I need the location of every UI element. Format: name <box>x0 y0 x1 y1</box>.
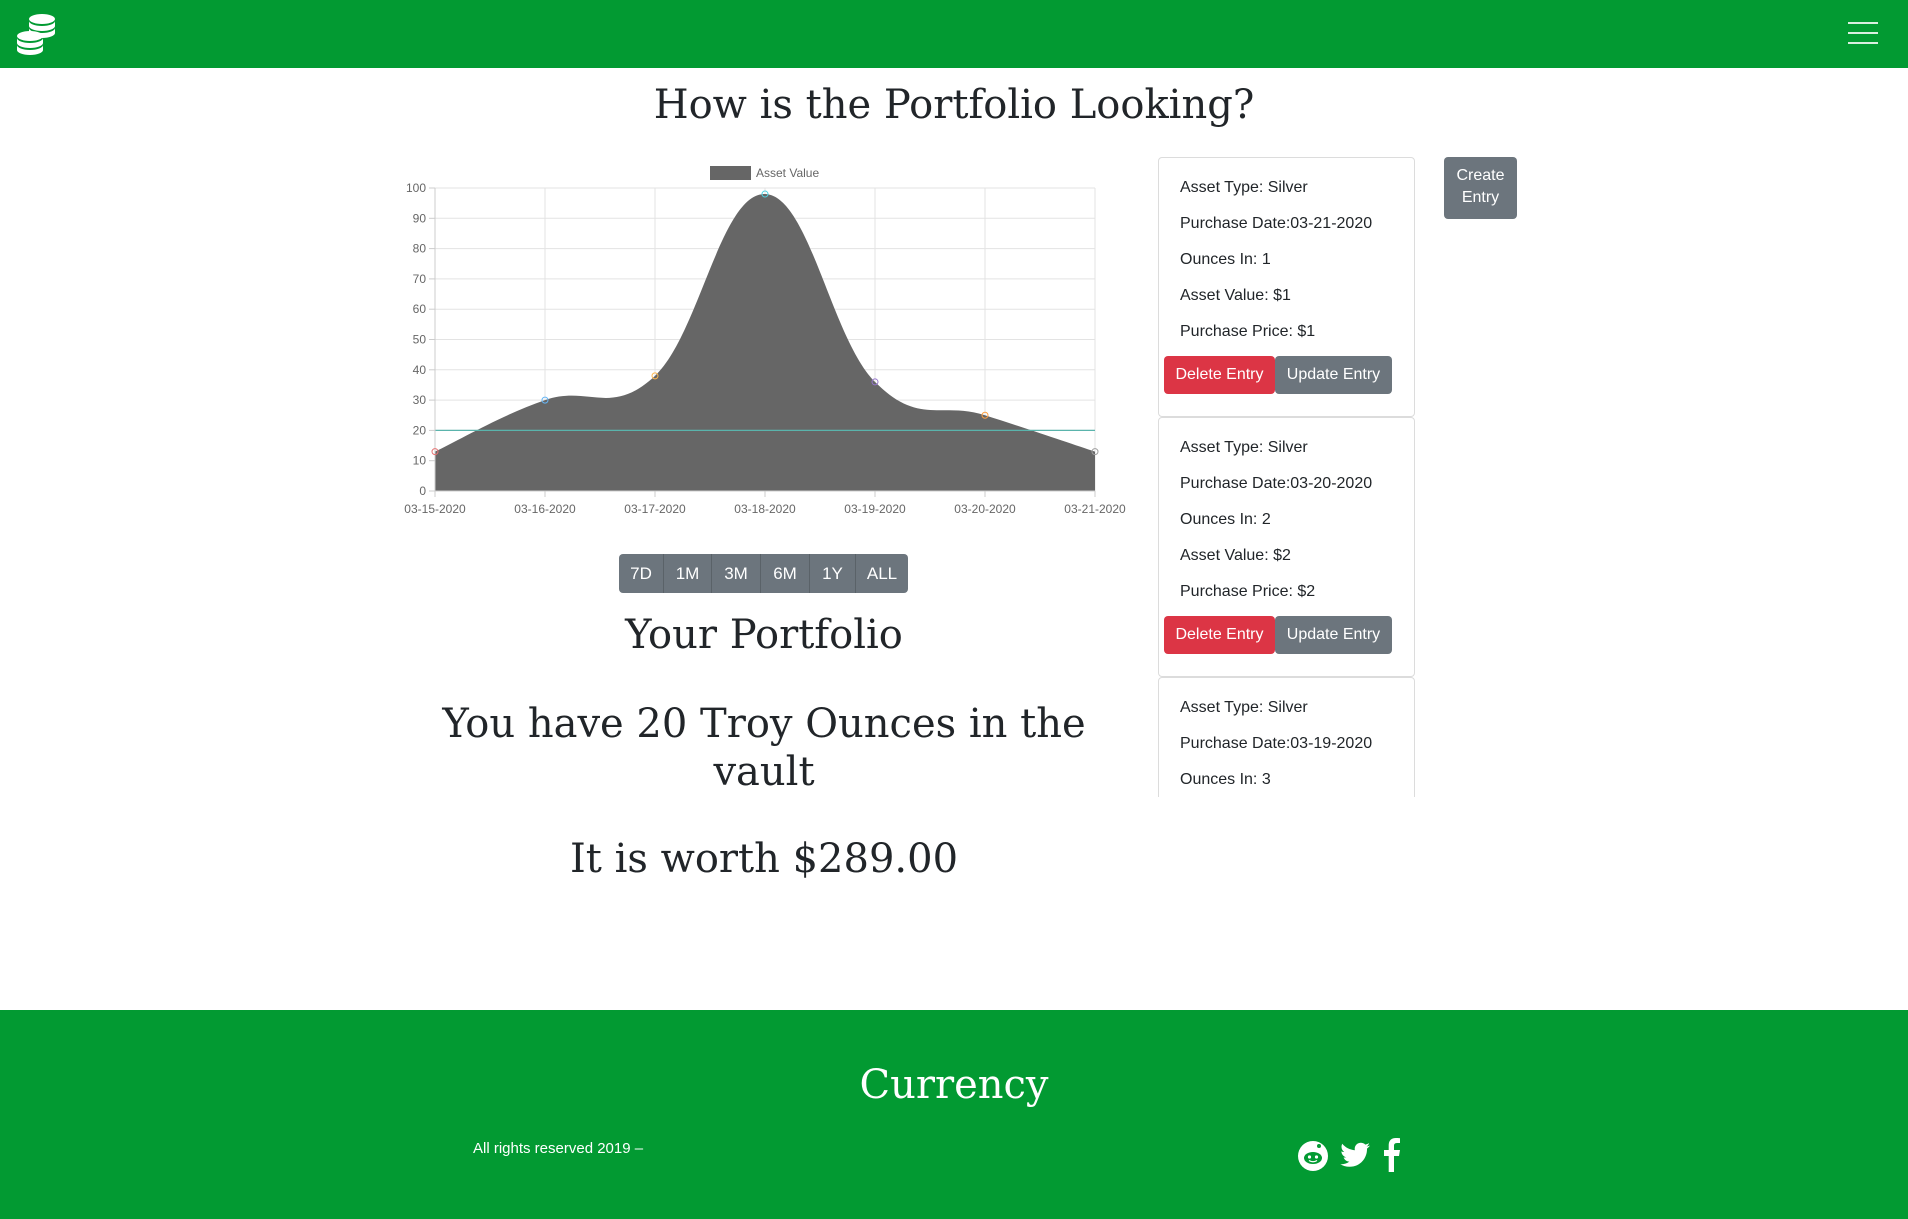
y-tick-label: 60 <box>413 302 427 316</box>
entry-actions: Delete Entry Update Entry <box>1159 616 1414 654</box>
range-3m-button[interactable]: 3M <box>712 554 761 593</box>
legend-swatch <box>710 166 751 180</box>
x-tick-label: 03-19-2020 <box>844 502 906 516</box>
y-tick-label: 50 <box>413 333 427 347</box>
create-entry-label-line2: Entry <box>1461 189 1500 206</box>
x-tick-label: 03-18-2020 <box>734 502 796 516</box>
coins-stack-icon[interactable] <box>14 12 58 56</box>
entry-asset-type: Asset Type: Silver <box>1180 439 1308 456</box>
facebook-icon[interactable] <box>1380 1136 1402 1172</box>
series-area <box>435 194 1095 491</box>
y-tick-label: 30 <box>413 393 427 407</box>
entry-ounces: Ounces In: 3 <box>1180 771 1271 788</box>
footer-brand: Currency <box>859 1062 1049 1108</box>
delete-entry-button[interactable]: Delete Entry <box>1164 616 1275 654</box>
y-tick-label: 0 <box>419 484 426 498</box>
twitter-icon[interactable] <box>1338 1136 1372 1172</box>
navbar <box>0 0 1908 68</box>
x-tick-label: 03-15-2020 <box>404 502 466 516</box>
y-tick-label: 90 <box>413 211 427 225</box>
x-tick-label: 03-20-2020 <box>954 502 1016 516</box>
entry-asset-value: Asset Value: $1 <box>1180 287 1291 304</box>
footer-copyright: All rights reserved 2019 – <box>473 1140 644 1157</box>
portfolio-title: Your Portfolio <box>625 612 903 658</box>
x-tick-label: 03-21-2020 <box>1064 502 1126 516</box>
update-entry-button[interactable]: Update Entry <box>1275 616 1392 654</box>
range-7d-button[interactable]: 7D <box>619 554 664 593</box>
entry-purchase-price: Purchase Price: $1 <box>1180 323 1316 340</box>
create-entry-button[interactable]: Create Entry <box>1444 157 1517 219</box>
entry-purchase-price: Purchase Price: $2 <box>1180 583 1316 600</box>
y-tick-label: 10 <box>413 454 427 468</box>
entry-card: Asset Type: Silver Purchase Date:03-20-2… <box>1158 417 1415 677</box>
reddit-icon[interactable] <box>1297 1136 1329 1172</box>
page-title: How is the Portfolio Looking? <box>653 82 1255 128</box>
y-tick-label: 80 <box>413 242 427 256</box>
x-tick-label: 03-16-2020 <box>514 502 576 516</box>
y-tick-label: 40 <box>413 363 427 377</box>
entry-purchase-date: Purchase Date:03-20-2020 <box>1180 475 1373 492</box>
entry-card: Asset Type: Silver Purchase Date:03-19-2… <box>1158 677 1415 797</box>
range-1y-button[interactable]: 1Y <box>810 554 856 593</box>
entry-ounces: Ounces In: 1 <box>1180 251 1271 268</box>
worth-summary: It is worth $289.00 <box>569 836 959 882</box>
entry-actions: Delete Entry Update Entry <box>1159 356 1414 394</box>
range-1m-button[interactable]: 1M <box>664 554 712 593</box>
ounces-summary: You have 20 Troy Ounces in the vault <box>442 701 1086 795</box>
entry-asset-type: Asset Type: Silver <box>1180 179 1308 196</box>
entry-purchase-date: Purchase Date:03-19-2020 <box>1180 735 1373 752</box>
asset-value-chart: 0 10 20 30 40 50 60 70 80 90 100 03-15-2020 03-16-20… <box>395 160 1135 525</box>
entry-asset-type: Asset Type: Silver <box>1180 699 1308 716</box>
y-tick-label: 70 <box>413 272 427 286</box>
x-tick-label: 03-17-2020 <box>624 502 686 516</box>
create-entry-label-line1: Create <box>1456 167 1505 184</box>
range-6m-button[interactable]: 6M <box>761 554 810 593</box>
legend-label: Asset Value <box>756 166 819 180</box>
range-button-group: 7D 1M 3M 6M 1Y ALL <box>619 554 908 593</box>
footer: Currency All rights reserved 2019 – <box>0 1010 1908 1219</box>
y-tick-label: 100 <box>406 181 426 195</box>
range-all-button[interactable]: ALL <box>856 554 908 593</box>
entry-asset-value: Asset Value: $2 <box>1180 547 1291 564</box>
chart-svg: 0 10 20 30 40 50 60 70 80 90 100 03-15-2020 03-16-20… <box>404 166 1126 516</box>
hamburger-menu-icon[interactable] <box>1848 22 1878 46</box>
entry-purchase-date: Purchase Date:03-21-2020 <box>1180 215 1373 232</box>
update-entry-button[interactable]: Update Entry <box>1275 356 1392 394</box>
delete-entry-button[interactable]: Delete Entry <box>1164 356 1275 394</box>
entry-ounces: Ounces In: 2 <box>1180 511 1271 528</box>
entry-card: Asset Type: Silver Purchase Date:03-21-2… <box>1158 157 1415 417</box>
entries-list[interactable]: Asset Type: Silver Purchase Date:03-21-2… <box>1158 157 1415 797</box>
y-tick-label: 20 <box>413 423 427 437</box>
